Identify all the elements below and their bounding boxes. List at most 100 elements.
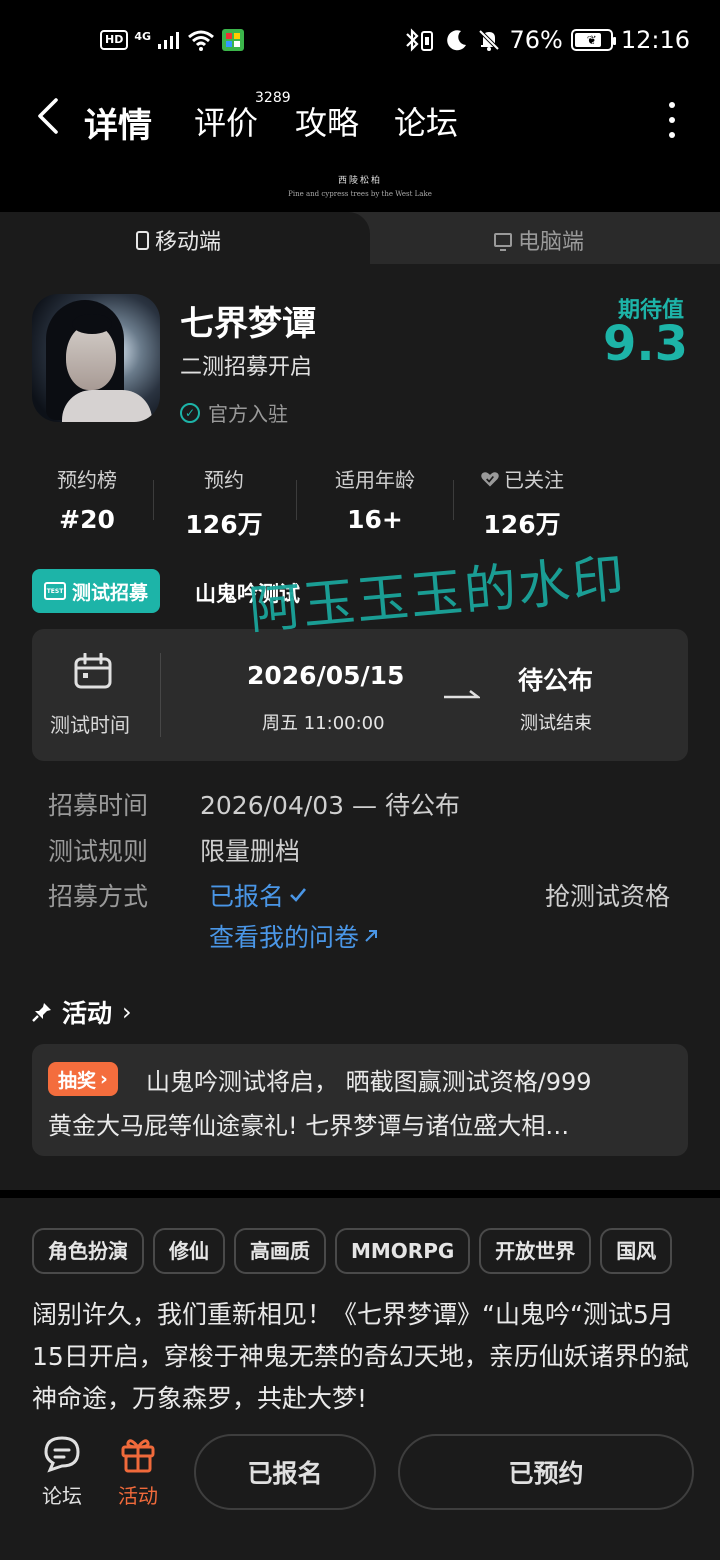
tab-details[interactable]: 详情 <box>84 98 152 147</box>
official-badge: ✓ 官方入驻 <box>180 398 288 427</box>
registered-button[interactable]: 已报名 <box>194 1434 376 1510</box>
stats-row: 预约榜 #20 预约 126万 适用年龄 16+ 已关注 126万 <box>0 464 720 544</box>
tab-pc-label: 电脑端 <box>518 230 585 255</box>
tab-mobile[interactable]: 移动端 <box>136 224 221 256</box>
range-arrow-icon <box>444 690 480 699</box>
header-banner: 西陵松柏 Pine and cypress trees by the West … <box>0 160 720 212</box>
test-start-date: 2026/05/15 <box>247 661 405 690</box>
section-separator <box>0 1190 720 1198</box>
bottom-activity-label: 活动 <box>118 1484 158 1508</box>
gift-icon <box>121 1439 155 1473</box>
status-bar: HD 4G 76% ❦ 12:16 <box>0 0 720 80</box>
calendar-icon <box>74 653 112 689</box>
info-recruit-time: 招募时间 2026/04/03 — 待公布 <box>48 786 460 822</box>
tag-item[interactable]: 高画质 <box>234 1228 326 1274</box>
detail-panel: 移动端 电脑端 七界梦谭 二测招募开启 ✓ 官方入驻 期待值 9.3 预约榜 #… <box>0 212 720 1190</box>
activity-text-line2: 黄金大马屁等仙途豪礼! 七界梦谭与诸位盛大相… <box>48 1112 570 1140</box>
external-arrow-icon <box>365 930 378 942</box>
platform-switcher: 移动端 电脑端 <box>0 212 720 264</box>
bottom-forum-button[interactable]: 论坛 <box>32 1434 92 1509</box>
test-end-date: 待公布 <box>518 666 594 695</box>
network-label: 4G <box>134 29 152 43</box>
status-left: HD 4G <box>100 28 245 52</box>
grab-qualification-button[interactable]: 抢测试资格 <box>545 877 670 913</box>
stat-age: 适用年龄 16+ <box>322 464 428 534</box>
test-start-time: 周五 11:00:00 <box>262 713 385 734</box>
stat-label: 预约 <box>204 468 244 492</box>
monitor-icon <box>494 233 512 251</box>
app-notification-icon <box>222 29 245 51</box>
bottom-section: 角色扮演 修仙 高画质 MMORPG 开放世界 国风 阔别许久，我们重新相见！《七界梦谭》… <box>0 1198 720 1560</box>
tag-item[interactable]: 角色扮演 <box>32 1228 144 1274</box>
registered-label: 已报名 <box>209 882 285 911</box>
leaf-icon: ❦ <box>586 33 597 47</box>
tab-guides[interactable]: 攻略 <box>295 98 359 144</box>
heart-icon <box>481 471 499 486</box>
info-recruit-method: 招募方式 <box>48 877 200 913</box>
info-value: 限量删档 <box>200 837 301 866</box>
battery-percent: 76% <box>509 26 563 54</box>
tag-item[interactable]: 修仙 <box>153 1228 225 1274</box>
activity-header[interactable]: 活动 › <box>32 994 132 1030</box>
lottery-label: 抽奖 <box>58 1069 97 1092</box>
banner-title: 西陵松柏 <box>337 176 382 186</box>
tab-mobile-label: 移动端 <box>155 230 222 255</box>
hd-badge: HD <box>100 30 129 50</box>
test-time-label: 测试时间 <box>50 713 130 737</box>
top-nav: 详情 评价 3289 攻略 论坛 <box>0 80 720 160</box>
stat-value: 126万 <box>483 510 561 539</box>
test-icon: TEST <box>44 582 66 600</box>
phone-icon <box>136 230 149 250</box>
recruit-badge-label: 测试招募 <box>72 581 149 604</box>
verified-icon: ✓ <box>180 402 200 423</box>
signal-icon <box>158 32 180 49</box>
chevron-right-icon: › <box>122 998 132 1026</box>
stat-label: 预约榜 <box>57 468 117 492</box>
info-key: 招募时间 <box>48 791 149 820</box>
activity-text-line1: 山鬼吟测试将启， 晒截图赢测试资格/999 <box>146 1068 592 1096</box>
stat-value: 16+ <box>347 505 403 534</box>
tab-pc[interactable]: 电脑端 <box>494 224 584 256</box>
view-questionnaire-link[interactable]: 查看我的问卷 <box>209 918 379 954</box>
chevron-right-icon: › <box>100 1068 108 1090</box>
info-value: 2026/04/03 — 待公布 <box>200 791 460 820</box>
tab-forum[interactable]: 论坛 <box>394 98 458 144</box>
divider <box>160 653 161 737</box>
stat-label: 适用年龄 <box>335 468 415 492</box>
stat-value: 126万 <box>185 510 263 539</box>
tag-item[interactable]: MMORPG <box>335 1228 471 1274</box>
clock: 12:16 <box>620 26 690 54</box>
divider <box>453 480 454 520</box>
questionnaire-label: 查看我的问卷 <box>209 923 360 952</box>
reserved-button[interactable]: 已预约 <box>398 1434 694 1510</box>
moon-icon <box>447 30 467 51</box>
game-icon <box>32 294 160 422</box>
bluetooth-vibrate-icon <box>406 28 434 52</box>
registered-status: 已报名 <box>209 877 308 913</box>
info-test-rule: 测试规则 限量删档 <box>48 832 300 868</box>
pin-icon <box>32 1003 51 1022</box>
lottery-badge: 抽奖 › <box>48 1062 118 1096</box>
official-label: 官方入驻 <box>208 402 288 426</box>
check-icon <box>290 888 307 902</box>
stat-ranking[interactable]: 预约榜 #20 <box>44 464 130 534</box>
activity-card[interactable]: 抽奖 › 山鬼吟测试将启， 晒截图赢测试资格/999 黄金大马屁等仙途豪礼! 七… <box>32 1044 688 1156</box>
tag-list: 角色扮演 修仙 高画质 MMORPG 开放世界 国风 <box>32 1228 720 1276</box>
game-title: 七界梦谭 <box>180 304 316 344</box>
recruit-badge: TEST 测试招募 <box>32 569 161 613</box>
stat-follow[interactable]: 已关注 126万 <box>470 464 574 541</box>
battery-icon: ❦ <box>570 29 616 51</box>
stat-value: #20 <box>59 505 115 534</box>
back-arrow-icon[interactable] <box>30 96 70 136</box>
tag-item[interactable]: 国风 <box>600 1228 673 1274</box>
tab-reviews[interactable]: 评价 <box>194 98 258 144</box>
info-key: 测试规则 <box>48 837 149 866</box>
stat-reservations: 预约 126万 <box>178 464 270 541</box>
status-right: 76% ❦ 12:16 <box>403 26 690 54</box>
bottom-activity-button[interactable]: 活动 <box>108 1434 168 1509</box>
tag-item[interactable]: 开放世界 <box>479 1228 592 1274</box>
recruit-name: 山鬼吟测试 <box>195 582 300 606</box>
expect-score: 9.3 <box>602 316 688 372</box>
more-options-icon[interactable] <box>664 102 680 138</box>
banner-subtitle: Pine and cypress trees by the West Lake <box>288 190 432 198</box>
